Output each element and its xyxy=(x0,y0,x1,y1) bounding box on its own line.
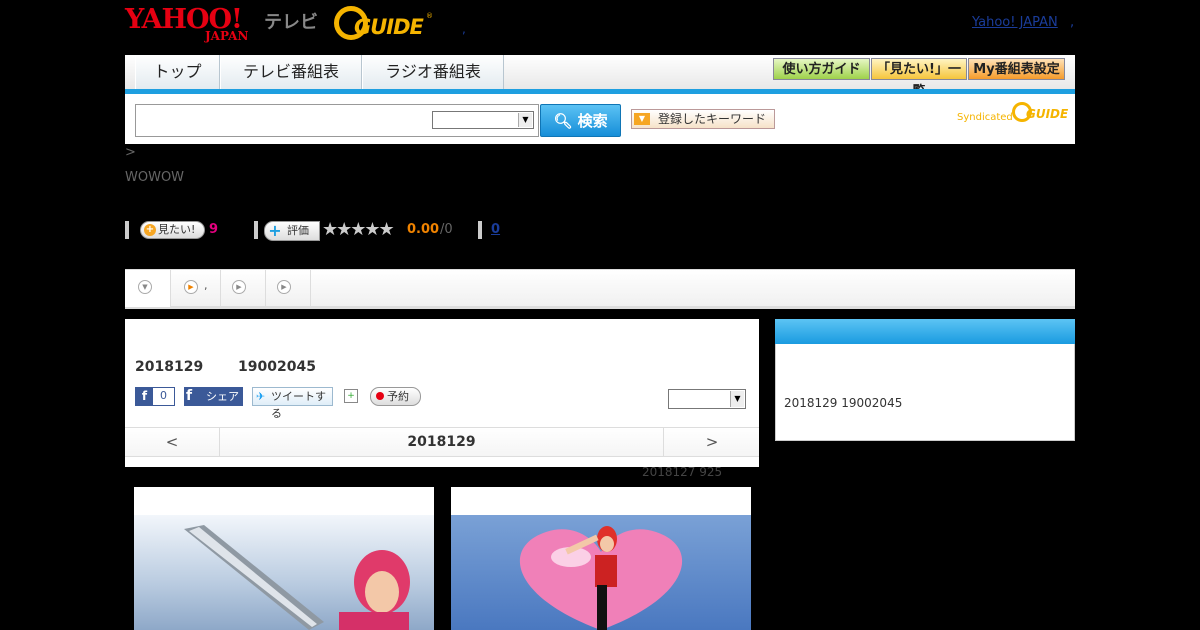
reserve-button[interactable]: 予約 xyxy=(370,387,421,406)
yahoo-japan-logo[interactable]: YAHOO! JAPAN xyxy=(125,6,262,43)
subtab-1-label: , xyxy=(204,279,208,292)
star-rating: ★★★★★ xyxy=(322,219,395,240)
plus-icon: + xyxy=(144,224,156,236)
channel-name: WOWOW xyxy=(125,170,185,185)
program-image[interactable] xyxy=(134,487,434,630)
play-icon: ▶ xyxy=(232,280,246,294)
play-icon: ▶ xyxy=(184,280,198,294)
facebook-share-button[interactable]: f シェア xyxy=(184,387,243,406)
my-schedule-settings-button[interactable]: My番組表設定 xyxy=(968,58,1065,80)
divider xyxy=(478,221,482,239)
search-button[interactable]: 🔍︎ 検索 xyxy=(540,104,621,137)
current-day-label: 2018129 xyxy=(407,434,476,450)
gguide-registered-mark: ® xyxy=(426,12,433,20)
subtab-2[interactable]: ▶ xyxy=(221,270,266,307)
program-subtabs: ▼ ▶ , ▶ ▶ xyxy=(125,269,1075,309)
facebook-icon: f xyxy=(186,388,193,404)
tab-radio-schedule-label: ラジオ番組表 xyxy=(385,62,481,81)
review-count-link[interactable]: 0 xyxy=(491,222,500,237)
twitter-bird-icon: ✈︎ xyxy=(256,390,266,403)
gguide-logo[interactable]: GUIDE ® xyxy=(334,6,434,42)
divider xyxy=(125,221,129,239)
subtab-detail[interactable]: ▼ xyxy=(125,270,171,307)
rate-button[interactable]: + 評価 xyxy=(264,221,320,241)
reserve-label: 予約 xyxy=(387,390,409,403)
syndicated-gguide-logo: GUIDE xyxy=(1012,102,1068,124)
registered-keyword-button[interactable]: ▼ 登録したキーワード xyxy=(631,109,775,129)
prev-day-button[interactable]: < xyxy=(125,427,220,457)
tab-top-label: トップ xyxy=(153,62,202,81)
program-action-select[interactable]: ▼ xyxy=(668,389,746,409)
facebook-like-button[interactable]: f 0 xyxy=(135,387,175,406)
usage-guide-button[interactable]: 使い方ガイド xyxy=(773,58,870,80)
global-nav: トップ テレビ番組表 ラジオ番組表 使い方ガイド 「見たい!」一覧 My番組表設… xyxy=(125,55,1075,99)
registered-keyword-label: 登録したキーワード xyxy=(658,112,767,126)
yahoo-japan-link[interactable]: Yahoo! JAPAN xyxy=(972,15,1058,30)
subtab-3[interactable]: ▶ xyxy=(266,270,311,307)
facebook-share-label: シェア xyxy=(206,390,239,403)
want-count: 9 xyxy=(209,222,219,237)
chevron-down-icon: ▼ xyxy=(518,113,532,127)
facebook-icon: f xyxy=(136,388,153,405)
air-time: 19002045 xyxy=(238,359,316,375)
tab-tv-schedule-label: テレビ番組表 xyxy=(242,62,339,81)
tab-tv-schedule[interactable]: テレビ番組表 xyxy=(220,55,362,89)
divider xyxy=(254,221,258,239)
facebook-like-count: 0 xyxy=(160,389,167,402)
side-panel-text: 2018129 19002045 xyxy=(784,396,903,410)
tweet-button[interactable]: ✈︎ ツイートする xyxy=(252,387,333,420)
tab-top[interactable]: トップ xyxy=(135,55,220,89)
syndicated-label: Syndicated xyxy=(957,112,1013,123)
heart-figure-image xyxy=(519,526,683,630)
want-list-button[interactable]: 「見たい!」一覧 xyxy=(871,58,967,99)
tab-radio-schedule[interactable]: ラジオ番組表 xyxy=(362,55,504,89)
japan-logo-text: JAPAN xyxy=(205,29,249,43)
gguide-logo-text: GUIDE xyxy=(354,15,424,39)
search-button-label: 検索 xyxy=(577,112,608,130)
record-icon xyxy=(376,392,384,400)
chevron-down-icon: ▼ xyxy=(634,113,650,125)
header-separator: , xyxy=(462,22,466,36)
want-to-watch-label: 見たい! xyxy=(158,223,196,236)
header-link-separator: , xyxy=(1070,15,1075,30)
want-to-watch-button[interactable]: + 見たい! xyxy=(140,221,205,239)
tweet-label: ツイートする xyxy=(271,390,326,420)
breadcrumb[interactable]: > xyxy=(125,145,136,160)
rating-count: /0 xyxy=(440,222,453,237)
updated-timestamp: 2018127 925 xyxy=(642,465,723,479)
search-category-select[interactable]: ▼ xyxy=(432,111,534,129)
sword-figure-image xyxy=(184,525,410,630)
next-day-button[interactable]: > xyxy=(663,427,760,457)
plus-icon: + xyxy=(268,221,282,240)
side-panel-header xyxy=(775,319,1075,344)
chevron-down-icon: ▼ xyxy=(138,280,152,294)
search-icon: 🔍︎ xyxy=(553,112,573,130)
play-icon: ▶ xyxy=(277,280,291,294)
subtab-1[interactable]: ▶ , xyxy=(171,270,221,307)
rate-label: 評価 xyxy=(287,224,309,237)
program-image[interactable] xyxy=(451,487,751,630)
chevron-down-icon: ▼ xyxy=(730,391,744,407)
add-calendar-icon[interactable]: + xyxy=(344,389,358,403)
tv-logo-text[interactable]: テレビ xyxy=(264,8,318,34)
air-date: 2018129 xyxy=(135,359,204,375)
syndicated-logo-text: GUIDE xyxy=(1026,107,1069,121)
rating-score: 0.00 xyxy=(407,222,440,237)
